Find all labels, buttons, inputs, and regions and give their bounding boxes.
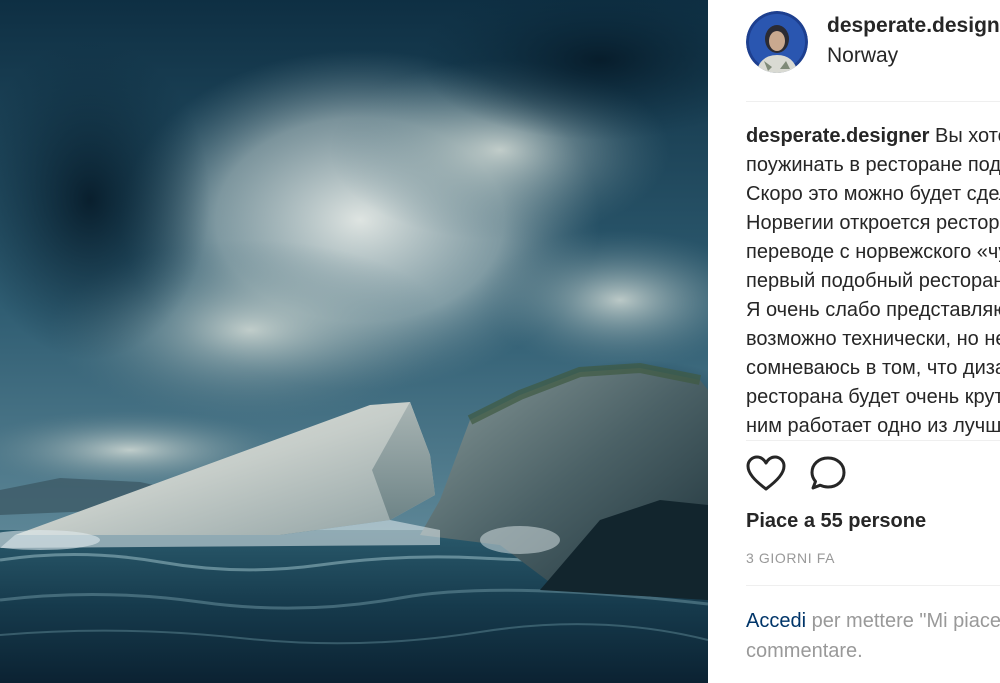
header-divider <box>746 101 1000 102</box>
caption-line: возможно технически, но не <box>746 328 1000 350</box>
caption-line: сомневаюсь в том, что дизайн <box>746 357 1000 379</box>
username[interactable]: desperate.designer <box>827 14 1000 38</box>
caption-author[interactable]: desperate.designer <box>746 125 929 147</box>
avatar-image <box>746 11 808 73</box>
login-divider <box>746 585 1000 586</box>
login-link[interactable]: Accedi <box>746 610 806 632</box>
caption-text: Вы хотели бы <box>934 125 1000 147</box>
comment-button[interactable] <box>809 455 849 498</box>
caption-line: Скоро это можно будет сделать — в <box>746 183 1000 205</box>
caption-line: Норвегии откроется ресторан Under (в <box>746 212 1000 234</box>
caption-line: desperate.designer Вы хотели бы <box>746 122 1000 151</box>
login-text-2: commentare. <box>746 640 863 662</box>
heart-icon <box>746 455 786 491</box>
caption-line: ресторана будет очень крутой — ведь над <box>746 386 1000 408</box>
post-photo[interactable] <box>0 0 708 683</box>
caption-line: переводе с норвежского «чудо») — <box>746 241 1000 263</box>
caption-line: ним работает одно из лучших бюро <box>746 415 1000 437</box>
avatar[interactable] <box>746 11 808 73</box>
location-link[interactable]: Norway <box>827 44 898 68</box>
comment-icon <box>810 456 846 490</box>
post-caption: desperate.designer Вы хотели бы поужинат… <box>746 122 1000 441</box>
actions-divider <box>746 440 1000 441</box>
likes-count[interactable]: Piace a 55 persone <box>746 510 926 533</box>
caption-line: поужинать в ресторане под водой? <box>746 154 1000 176</box>
post-timestamp: 3 GIORNI FA <box>746 550 836 566</box>
caption-line: первый подобный ресторан в Европе. <box>746 270 1000 292</box>
login-prompt: Accedi per mettere "Mi piace" o commenta… <box>746 606 1000 666</box>
post-sidebar: desperate.designer Norway desperate.desi… <box>708 0 1000 683</box>
caption-line: Я очень слабо представляю, как это <box>746 299 1000 321</box>
post-image <box>0 0 708 683</box>
login-text: per mettere "Mi piace" o <box>811 610 1000 632</box>
post-header: desperate.designer Norway <box>708 0 1000 100</box>
like-button[interactable] <box>746 455 786 498</box>
